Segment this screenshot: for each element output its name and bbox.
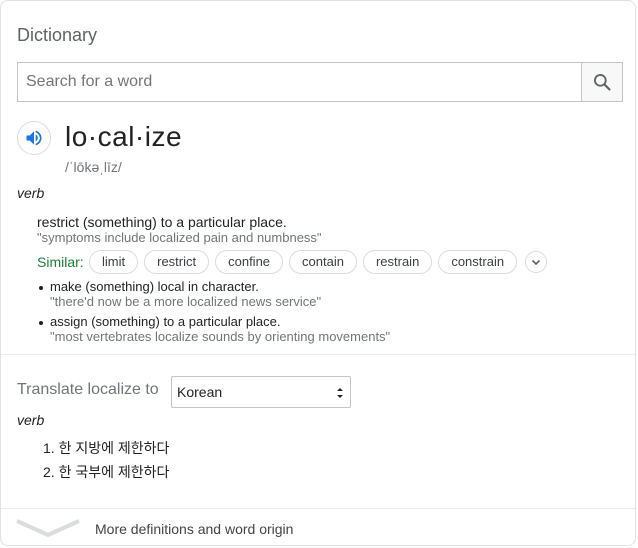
bullet (39, 286, 43, 290)
search-box (17, 62, 623, 102)
sub-definition-example: "there'd now be a more localized news se… (50, 294, 322, 309)
expand-chevron-icon[interactable] (15, 515, 81, 541)
more-similar-button[interactable] (525, 251, 548, 273)
chevron-down-icon (531, 259, 541, 266)
similar-label: Similar: (37, 254, 84, 270)
definition: restrict (something) to a particular pla… (37, 214, 287, 230)
select-arrows-icon (337, 388, 343, 398)
dictionary-card: Dictionary lo·cal·ize /ˈlōkəˌlīz/ verb r… (0, 0, 637, 546)
part-of-speech: verb (17, 185, 45, 201)
search-input[interactable] (18, 63, 581, 101)
similar-chip[interactable]: restrain (362, 250, 433, 274)
pronunciation-button[interactable] (17, 121, 51, 155)
similar-chip[interactable]: confine (215, 250, 284, 274)
sub-definition-example: "most vertebrates localize sounds by ori… (50, 329, 391, 344)
translation-item: 1. 한 지방에 제한하다 (43, 440, 170, 456)
card-title: Dictionary (17, 25, 98, 45)
headword: lo·cal·ize (65, 121, 183, 152)
translate-label: Translate localize to (17, 381, 159, 398)
search-icon (594, 74, 611, 91)
bullet (39, 321, 43, 325)
similar-chip[interactable]: contain (289, 250, 357, 274)
similar-chip[interactable]: limit (89, 250, 139, 274)
search-button[interactable] (581, 63, 622, 101)
translation-part-of-speech: verb (17, 412, 45, 428)
divider (1, 508, 637, 509)
similar-chip[interactable]: constrain (438, 250, 518, 274)
language-select[interactable]: Korean (171, 376, 351, 408)
divider (1, 354, 637, 355)
language-select-value: Korean (177, 384, 223, 400)
speaker-icon (26, 130, 42, 146)
similar-chip[interactable]: restrict (144, 250, 210, 274)
sub-definition: make (something) local in character. (50, 279, 259, 294)
similar-chips: limit restrict confine contain restrain … (89, 250, 548, 274)
sub-definition: assign (something) to a particular place… (50, 314, 281, 329)
translation-item: 2. 한 국부에 제한하다 (43, 464, 170, 480)
phonetic: /ˈlōkəˌlīz/ (65, 159, 122, 175)
definition-example: "symptoms include localized pain and num… (37, 230, 322, 245)
more-definitions-link[interactable]: More definitions and word origin (95, 521, 293, 537)
